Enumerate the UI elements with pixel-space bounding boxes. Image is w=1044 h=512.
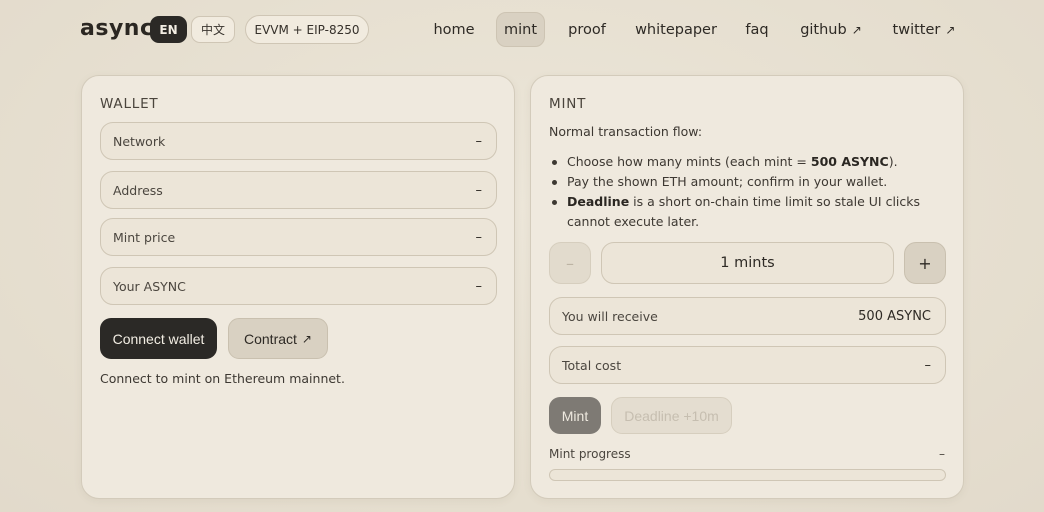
nav-twitter[interactable]: twitter ↗ <box>886 12 962 47</box>
quantity-display[interactable]: 1 mints <box>601 242 894 284</box>
network-label: Network <box>113 133 166 149</box>
your-async-field: Your ASYNC – <box>100 267 497 305</box>
nav-home[interactable]: home <box>427 12 481 47</box>
your-async-value: – <box>475 278 483 294</box>
receive-field: You will receive 500 ASYNC <box>549 297 946 335</box>
nav-proof-label: proof <box>568 21 606 38</box>
your-async-label: Your ASYNC <box>113 278 186 294</box>
external-link-icon: ↗ <box>301 331 312 346</box>
connect-hint: Connect to mint on Ethereum mainnet. <box>100 371 345 386</box>
nav-home-label: home <box>433 21 475 38</box>
mint-card: MINT Normal transaction flow: Choose how… <box>530 75 964 499</box>
nav-faq[interactable]: faq <box>738 12 776 47</box>
decrement-button[interactable]: – <box>549 242 591 284</box>
total-cost-label: Total cost <box>562 357 622 373</box>
mint-title: MINT <box>549 96 587 112</box>
external-link-icon: ↗ <box>851 22 862 37</box>
mint-progress-label: Mint progress <box>549 447 631 461</box>
wallet-title: WALLET <box>100 96 159 112</box>
nav-github-label: github <box>800 21 847 38</box>
connect-wallet-button[interactable]: Connect wallet <box>100 318 217 359</box>
network-value: – <box>475 133 483 149</box>
deadline-button[interactable]: Deadline +10m <box>611 397 732 434</box>
instruction-item: Pay the shown ETH amount; confirm in you… <box>549 172 949 192</box>
nav-faq-label: faq <box>745 21 769 38</box>
nav-twitter-label: twitter <box>892 21 941 38</box>
nav-mint-label: mint <box>503 21 538 38</box>
instruction-item: Deadline is a short on-chain time limit … <box>549 192 949 232</box>
total-cost-field: Total cost – <box>549 346 946 384</box>
external-link-icon: ↗ <box>945 22 956 37</box>
total-cost-value: – <box>924 357 932 373</box>
mint-progress-bar <box>549 469 946 481</box>
language-en-button[interactable]: EN <box>150 16 187 43</box>
contract-label: Contract <box>244 330 297 347</box>
nav-mint[interactable]: mint <box>496 12 545 47</box>
instruction-item: Choose how many mints (each mint = 500 A… <box>549 152 949 172</box>
wallet-card: WALLET Network – Address – Mint price – … <box>81 75 515 499</box>
language-zh-button[interactable]: 中文 <box>191 16 235 43</box>
increment-button[interactable]: + <box>904 242 946 284</box>
top-navigation: async EN 中文 EVVM + EIP-8250 home mint pr… <box>0 0 1044 60</box>
brand-logo[interactable]: async <box>80 16 153 41</box>
nav-whitepaper-label: whitepaper <box>635 21 717 38</box>
mint-price-value: – <box>475 229 483 245</box>
receive-label: You will receive <box>562 308 658 324</box>
address-value: – <box>475 182 483 198</box>
mint-progress-value: – <box>939 447 945 461</box>
contract-button[interactable]: Contract ↗ <box>228 318 328 359</box>
network-field: Network – <box>100 122 497 160</box>
address-label: Address <box>113 182 163 198</box>
mint-price-label: Mint price <box>113 229 176 245</box>
chain-badge: EVVM + EIP-8250 <box>245 15 369 44</box>
mint-intro: Normal transaction flow: <box>549 124 703 139</box>
nav-whitepaper[interactable]: whitepaper <box>630 12 722 47</box>
mint-instructions: Choose how many mints (each mint = 500 A… <box>549 152 949 232</box>
mint-button[interactable]: Mint <box>549 397 601 434</box>
address-field: Address – <box>100 171 497 209</box>
nav-proof[interactable]: proof <box>560 12 614 47</box>
mint-price-field: Mint price – <box>100 218 497 256</box>
receive-value: 500 ASYNC <box>858 308 931 324</box>
nav-github[interactable]: github ↗ <box>793 12 869 47</box>
